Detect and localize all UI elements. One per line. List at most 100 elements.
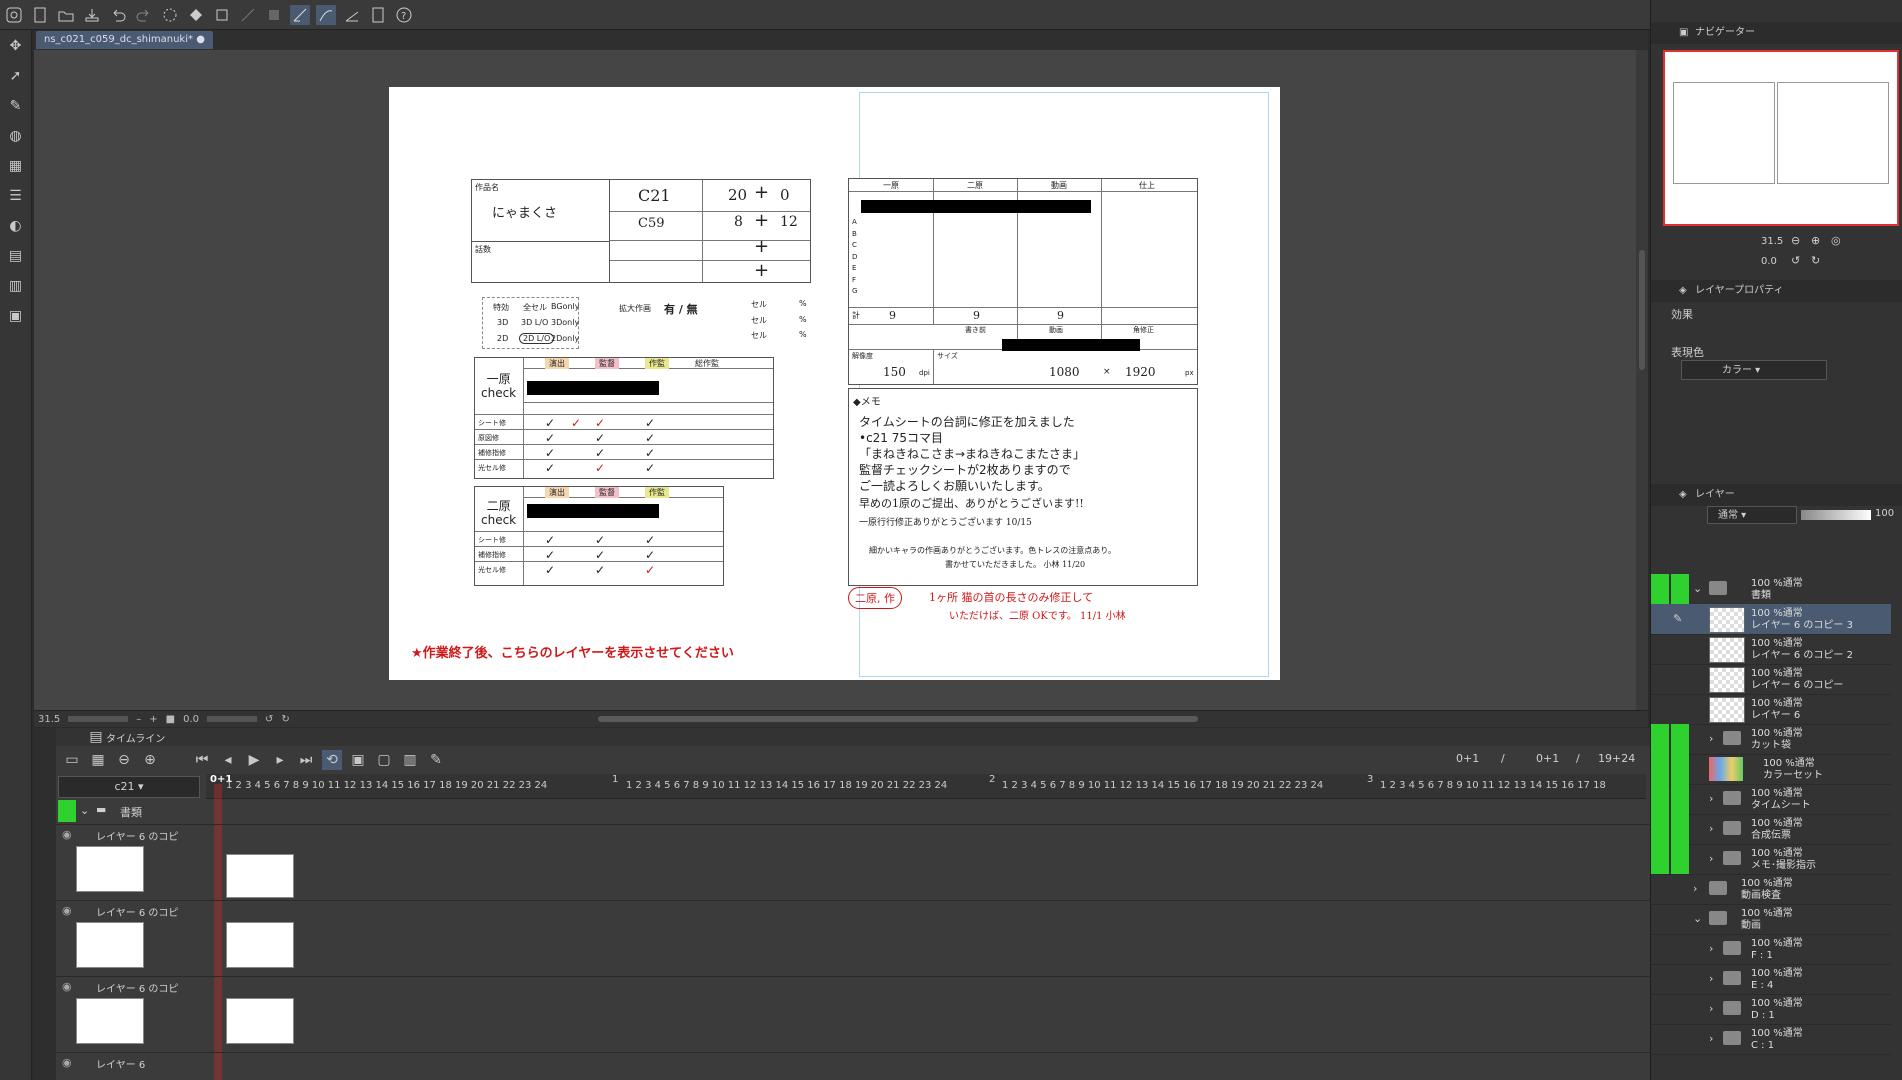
save-icon[interactable]	[82, 5, 102, 25]
opacity-value[interactable]: 100	[1875, 508, 1894, 519]
last-frame-icon[interactable]: ⏭	[296, 750, 316, 770]
chevron-down-icon[interactable]: ⌄	[80, 804, 89, 817]
layer-row[interactable]: › 100 %通常 D : 1	[1651, 994, 1891, 1025]
gradient-tool-icon[interactable]: ▤	[6, 246, 26, 266]
prev-frame-icon[interactable]: ◂	[218, 750, 238, 770]
layer-row[interactable]: › 100 %通常 メモ･撮影指示	[1651, 844, 1891, 875]
visibility-toggle[interactable]	[1651, 694, 1669, 724]
zoom-readout[interactable]: 31.5	[38, 714, 60, 725]
opacity-slider[interactable]	[1801, 510, 1871, 520]
zoom-in-icon[interactable]: ⊕	[1811, 234, 1820, 247]
timeline-select[interactable]: c21 ▾	[58, 776, 200, 798]
special-ruler-icon[interactable]	[342, 5, 362, 25]
object-tool-icon[interactable]: ➚	[6, 66, 26, 86]
eye-icon[interactable]: ◉	[62, 828, 72, 841]
next-frame-icon[interactable]: ▸	[270, 750, 290, 770]
zoom-out-icon[interactable]: ⊖	[114, 750, 134, 770]
visibility-toggle[interactable]	[1651, 754, 1669, 784]
rotate-right-icon[interactable]: ↻	[1811, 254, 1820, 267]
chevron-right-icon[interactable]: ›	[1709, 792, 1713, 805]
layer-lock-toggle[interactable]	[1671, 724, 1689, 754]
visibility-toggle[interactable]	[1651, 784, 1669, 814]
rotate-left-icon[interactable]: ↺	[1791, 254, 1800, 267]
canvas-horizontal-scrollbar[interactable]	[597, 716, 1198, 722]
navigator-rotate[interactable]: 0.0	[1761, 256, 1777, 267]
blend-mode-select[interactable]: 通常 ▾	[1707, 506, 1797, 524]
layer-row[interactable]: › 100 %通常 動画検査	[1651, 874, 1891, 905]
undo-icon[interactable]	[108, 5, 128, 25]
eraser-tool-icon[interactable]: ◍	[6, 126, 26, 146]
play-icon[interactable]: ▶	[244, 750, 264, 770]
chevron-down-icon[interactable]: ⌄	[1693, 582, 1702, 595]
ruler-tool-icon[interactable]: ▣	[6, 306, 26, 326]
chevron-right-icon[interactable]: ›	[1709, 852, 1713, 865]
visibility-toggle[interactable]	[1651, 664, 1669, 694]
timeline-settings-icon[interactable]: ▦	[88, 750, 108, 770]
color-mode-select[interactable]: カラー ▾	[1681, 360, 1827, 380]
visibility-toggle[interactable]	[1651, 994, 1669, 1024]
transform-icon[interactable]	[212, 5, 232, 25]
timeline-track[interactable]: ◉ レイヤー 6 のコピ	[56, 824, 1650, 901]
visibility-toggle[interactable]	[1651, 724, 1669, 754]
loop-icon[interactable]: ⟲	[322, 750, 342, 770]
document-tab[interactable]: ns_c021_c059_dc_shimanuki* ●	[36, 31, 213, 49]
visibility-toggle[interactable]	[1651, 574, 1669, 604]
canvas-vertical-scrollbar[interactable]	[1636, 50, 1648, 710]
onion-skin-icon[interactable]: ▥	[400, 750, 420, 770]
app-menu-icon[interactable]	[4, 5, 24, 25]
chevron-right-icon[interactable]: ›	[1709, 732, 1713, 745]
layer-row[interactable]: › 100 %通常 F : 1	[1651, 934, 1891, 965]
layer-row[interactable]: › 100 %通常 カット袋	[1651, 724, 1891, 755]
new-timeline-icon[interactable]: ▭	[62, 750, 82, 770]
navigator-zoom[interactable]: 31.5	[1761, 236, 1783, 247]
layer-row[interactable]: 100 %通常 レイヤー 6 のコピー	[1651, 664, 1891, 695]
visibility-toggle[interactable]	[1651, 844, 1669, 874]
clear-icon[interactable]	[238, 5, 258, 25]
timeline-track[interactable]: ◉ レイヤー 6 のコピ	[56, 976, 1650, 1053]
help-icon[interactable]: ?	[394, 5, 414, 25]
new-cel-icon[interactable]: ▣	[348, 750, 368, 770]
chevron-right-icon[interactable]: ›	[1709, 1032, 1713, 1045]
fill-selection-icon[interactable]	[264, 5, 284, 25]
chevron-right-icon[interactable]: ›	[1709, 822, 1713, 835]
layer-row[interactable]: 100 %通常 カラーセット	[1651, 754, 1891, 785]
timeline-title[interactable]: タイムライン	[106, 730, 165, 745]
visibility-toggle[interactable]	[1651, 634, 1669, 664]
rotation-readout[interactable]: 0.0	[183, 714, 199, 725]
fill-tool-icon[interactable]: ◐	[6, 216, 26, 236]
layer-row[interactable]: ⌄ 100 %通常 書類	[1651, 574, 1891, 605]
folder-visibility-toggle[interactable]	[58, 800, 76, 822]
eye-icon[interactable]: ◉	[62, 980, 72, 993]
chevron-right-icon[interactable]: ›	[1709, 942, 1713, 955]
layer-lock-toggle[interactable]	[1671, 844, 1689, 874]
layer-row[interactable]: 100 %通常 レイヤー 6	[1651, 694, 1891, 725]
rotate-left-icon[interactable]: ↺	[265, 714, 273, 725]
layer-lock-toggle[interactable]	[1671, 814, 1689, 844]
timeline-track[interactable]: ◉ レイヤー 6	[56, 1052, 1650, 1080]
chevron-right-icon[interactable]: ›	[1709, 972, 1713, 985]
visibility-toggle[interactable]	[1651, 904, 1669, 934]
timeline-track[interactable]: ◉ レイヤー 6 のコピ	[56, 900, 1650, 977]
visibility-toggle[interactable]	[1651, 604, 1669, 634]
timesheet-icon[interactable]	[368, 5, 388, 25]
layer-row[interactable]: › 100 %通常 合成伝票	[1651, 814, 1891, 845]
frame-ruler[interactable]: 0+1 1 2 3 4 5 6 7 8 9 10 11 12 13 14 15 …	[206, 774, 1646, 1080]
layer-row[interactable]: › 100 %通常 タイムシート	[1651, 784, 1891, 815]
layer-row[interactable]: 100 %通常 レイヤー 6 のコピー 2	[1651, 634, 1891, 665]
cel-block[interactable]	[226, 998, 294, 1044]
text-tool-icon[interactable]: ☰	[6, 186, 26, 206]
open-folder-icon[interactable]	[56, 5, 76, 25]
keyframe-icon[interactable]: ✎	[426, 750, 446, 770]
zoom-out-icon[interactable]: ⊖	[1791, 234, 1800, 247]
ruler-snap-icon[interactable]	[290, 4, 310, 25]
curve-snap-icon[interactable]	[316, 4, 336, 25]
cel-spec-icon[interactable]: ▢	[374, 750, 394, 770]
navigator-preview[interactable]	[1663, 50, 1899, 226]
eye-icon[interactable]: ◉	[62, 904, 72, 917]
chevron-down-icon[interactable]: ⌄	[1693, 912, 1702, 925]
timeline-folder-row[interactable]: ⌄ ▬ 書類	[56, 798, 1650, 825]
zoom-in-icon[interactable]: ⊕	[140, 750, 160, 770]
fill-icon[interactable]	[186, 5, 206, 25]
redo-icon[interactable]	[134, 5, 154, 25]
chevron-right-icon[interactable]: ›	[1693, 882, 1697, 895]
